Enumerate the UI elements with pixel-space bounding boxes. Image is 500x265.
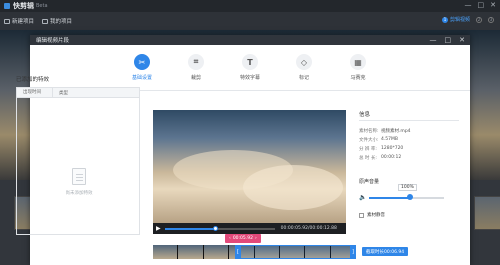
tab-basic-settings[interactable]: ✂ 基础设置 (127, 54, 157, 90)
new-project-button[interactable]: 新建项目 (4, 17, 34, 25)
column-header-type: 类型 (59, 90, 68, 96)
chevron-left-icon[interactable]: ‹ (229, 236, 231, 241)
info-value: 4.57MB (381, 137, 398, 142)
column-header-time: 出现时间 (17, 87, 53, 98)
effects-table: 出现时间 类型 尚未添加特效 (16, 87, 140, 235)
dialog-close-icon[interactable]: ✕ (459, 36, 465, 44)
tab-marker[interactable]: ◇ 标记 (289, 54, 319, 90)
my-projects-label: 我的项目 (50, 19, 73, 25)
tab-effect-subtitles[interactable]: T 特效字幕 (235, 54, 265, 90)
timeline-frame (153, 245, 179, 259)
tab-label: 特效字幕 (239, 75, 260, 81)
tab-label: 裁剪 (190, 75, 201, 81)
window-controls: — □ ✕ (465, 1, 497, 9)
volume-value: 100% (398, 184, 417, 191)
seek-progress (164, 227, 216, 230)
trim-end-handle[interactable]: ] (350, 245, 356, 259)
app-beta-badge: Beta (36, 3, 48, 9)
mute-label: 素材静音 (367, 213, 385, 218)
player-controls: ▶ 00:00:05.92/00:00:12.88 (153, 223, 346, 234)
step-indicator: 1 剪辑视频 2 3 (441, 16, 494, 23)
dialog-maximize-icon[interactable]: □ (445, 36, 452, 44)
close-icon[interactable]: ✕ (490, 1, 496, 9)
app-title: 快剪辑 (13, 2, 34, 10)
tab-crop[interactable]: ⌗ 裁剪 (181, 54, 211, 90)
info-value: 00:00:12 (381, 155, 402, 160)
tab-label: 标记 (298, 75, 309, 81)
new-project-label: 新建项目 (12, 19, 35, 25)
effects-table-header: 出现时间 类型 (17, 87, 139, 98)
timeline-frame (203, 245, 230, 259)
timeline-frame (178, 245, 204, 259)
tab-label: 马赛克 (350, 75, 366, 81)
info-key: 文件大小: (359, 138, 379, 143)
edit-tabs: ✂ 基础设置 ⌗ 裁剪 T 特效字幕 ◇ 标记 ▦ 马赛克 (30, 45, 470, 91)
info-title: 信息 (359, 112, 371, 118)
empty-document-icon (72, 168, 86, 185)
step-3-number: 3 (488, 16, 494, 23)
step-1-number: 1 (441, 16, 448, 23)
info-divider (359, 120, 459, 121)
chevron-right-icon[interactable]: › (255, 236, 257, 241)
seek-bar[interactable] (164, 225, 275, 231)
info-key: 素材名称: (359, 129, 379, 134)
effects-panel-title: 已添加的特效 (16, 77, 50, 83)
trim-start-handle[interactable]: [ (235, 245, 241, 259)
clip-selection-range[interactable] (237, 245, 352, 259)
volume-slider[interactable] (369, 194, 444, 200)
step-1[interactable]: 1 剪辑视频 (441, 16, 470, 23)
mute-checkbox-row[interactable]: 素材静音 (359, 212, 385, 218)
step-1-label: 剪辑视频 (449, 17, 470, 23)
tab-mosaic[interactable]: ▦ 马赛克 (343, 54, 373, 90)
info-row-resolution: 分 辨 率: 1280*720 (359, 146, 403, 152)
new-project-icon (4, 18, 10, 24)
play-icon[interactable]: ▶ (156, 225, 161, 232)
dialog-minimize-icon[interactable]: — (430, 36, 437, 44)
info-row-size: 文件大小: 4.57MB (359, 137, 398, 143)
step-2[interactable]: 2 (476, 16, 482, 23)
time-readout: 00:00:05.92/00:00:12.88 (280, 226, 337, 231)
maximize-icon[interactable]: □ (478, 1, 485, 9)
clip-start-tag: ‹ 00:05.92 › (225, 234, 261, 243)
info-value: 视频素材.mp4 (381, 129, 411, 134)
info-value: 1280*720 (381, 146, 404, 151)
seek-handle[interactable] (213, 225, 219, 231)
volume-title: 原声音量 (359, 179, 380, 185)
scissors-icon: ✂ (134, 54, 150, 70)
video-preview[interactable] (153, 110, 346, 223)
folder-icon (42, 18, 49, 24)
step-3[interactable]: 3 (488, 16, 494, 23)
clip-start-time: 00:05.92 (232, 236, 253, 241)
background-clip-thumbnail (474, 196, 500, 230)
tab-label: 基础设置 (131, 75, 152, 81)
mosaic-icon: ▦ (350, 54, 366, 70)
info-row-name: 素材名称: 视频素材.mp4 (359, 128, 411, 134)
mute-checkbox[interactable] (359, 212, 364, 218)
app-logo-icon (4, 3, 10, 9)
dialog-window-controls: — □ ✕ (430, 36, 466, 44)
dialog-header: 编辑视频片段 — □ ✕ (30, 35, 470, 45)
info-row-duration: 总 时 长: 00:00:12 (359, 155, 401, 161)
step-2-number: 2 (476, 16, 482, 23)
video-frame-cloud (243, 165, 343, 210)
volume-fill (369, 197, 411, 199)
info-key: 分 辨 率: (359, 147, 377, 152)
dialog-title: 编辑视频片段 (36, 38, 70, 44)
speaker-icon[interactable]: 🔈 (359, 194, 366, 201)
current-time: 00:00:05.92 (280, 226, 308, 231)
my-projects-button[interactable]: 我的项目 (42, 17, 72, 25)
minimize-icon[interactable]: — (465, 1, 472, 9)
tag-icon: ◇ (296, 54, 312, 70)
clip-duration-tag: 截取时长00:06.94 (362, 247, 409, 256)
info-key: 总 时 长: (359, 156, 377, 161)
total-time: 00:00:12.88 (309, 226, 337, 231)
crop-icon: ⌗ (188, 54, 204, 70)
empty-state-text: 尚未添加特效 (65, 191, 93, 196)
app-toolbar: 新建项目 我的项目 1 剪辑视频 2 3 (0, 12, 500, 30)
app-titlebar: 快剪辑 Beta — □ ✕ (0, 0, 500, 12)
text-icon: T (242, 54, 258, 70)
